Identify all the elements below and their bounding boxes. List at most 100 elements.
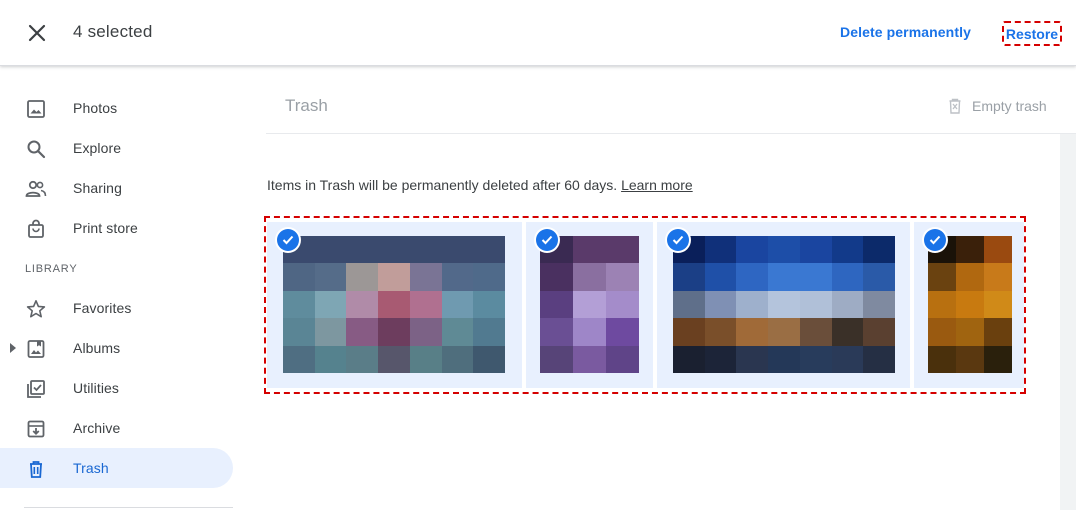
thumbnail-cell bbox=[768, 318, 800, 346]
empty-trash-icon bbox=[949, 98, 961, 114]
thumbnail-cell bbox=[928, 290, 956, 319]
thumbnail-cell bbox=[573, 290, 606, 319]
photo-thumbnail bbox=[928, 236, 1012, 373]
thumbnail-cell bbox=[956, 263, 984, 291]
photo-thumbnail bbox=[540, 236, 639, 373]
thumbnail-cell bbox=[540, 318, 573, 346]
thumbnail-cell bbox=[863, 263, 895, 291]
photo-tile[interactable] bbox=[267, 222, 522, 388]
header-divider bbox=[266, 133, 1076, 134]
thumbnail-cell bbox=[573, 345, 606, 373]
thumbnail-cell bbox=[704, 290, 737, 319]
thumbnail-cell bbox=[441, 318, 474, 346]
thumbnail-cell bbox=[606, 263, 639, 291]
archive-icon bbox=[25, 418, 47, 440]
sidebar-item-label: Utilities bbox=[73, 380, 120, 396]
close-selection-button[interactable] bbox=[22, 18, 52, 48]
thumbnail-cell bbox=[606, 236, 639, 264]
thumbnail-cell bbox=[863, 290, 895, 319]
thumbnail-cell bbox=[928, 345, 956, 373]
thumbnail-cell bbox=[473, 345, 505, 373]
delete-permanently-button[interactable]: Delete permanently bbox=[840, 24, 971, 40]
photo-tile[interactable] bbox=[914, 222, 1024, 388]
thumbnail-cell bbox=[984, 345, 1012, 373]
sidebar: Photos Explore Sharing Print store LIBRA… bbox=[0, 66, 250, 510]
album-icon bbox=[25, 338, 47, 360]
close-icon bbox=[28, 24, 46, 42]
thumbnail-cell bbox=[984, 236, 1012, 264]
thumbnail-cell bbox=[378, 345, 410, 373]
thumbnail-cell bbox=[768, 345, 800, 373]
thumbnail-cell bbox=[573, 263, 606, 291]
thumbnail-cell bbox=[673, 345, 705, 373]
thumbnail-cell bbox=[799, 345, 832, 373]
thumbnail-cell bbox=[283, 290, 315, 319]
sidebar-item-favorites[interactable]: Favorites bbox=[0, 288, 233, 328]
thumbnail-cell bbox=[378, 236, 410, 264]
thumbnail-cell bbox=[956, 345, 984, 373]
learn-more-link[interactable]: Learn more bbox=[621, 177, 693, 193]
thumbnail-cell bbox=[473, 318, 505, 346]
sidebar-item-explore[interactable]: Explore bbox=[0, 128, 233, 168]
trash-notice-text: Items in Trash will be permanently delet… bbox=[267, 177, 618, 193]
thumbnail-cell bbox=[409, 236, 442, 264]
thumbnail-cell bbox=[768, 236, 800, 264]
sidebar-item-label: Archive bbox=[73, 420, 121, 436]
sidebar-item-print-store[interactable]: Print store bbox=[0, 208, 233, 248]
empty-trash-label: Empty trash bbox=[972, 98, 1047, 114]
thumbnail-cell bbox=[473, 263, 505, 291]
thumbnail-cell bbox=[863, 318, 895, 346]
sidebar-item-photos[interactable]: Photos bbox=[0, 88, 233, 128]
selected-check-icon[interactable] bbox=[277, 229, 299, 251]
photo-tile[interactable] bbox=[526, 222, 653, 388]
thumbnail-cell bbox=[736, 263, 769, 291]
sidebar-item-label: Sharing bbox=[73, 180, 122, 196]
scrollbar[interactable] bbox=[1060, 134, 1076, 510]
thumbnail-cell bbox=[799, 236, 832, 264]
sidebar-item-label: Print store bbox=[73, 220, 138, 236]
thumbnail-cell bbox=[984, 318, 1012, 346]
empty-trash-button[interactable]: Empty trash bbox=[948, 96, 1047, 116]
thumbnail-cell bbox=[441, 345, 474, 373]
thumbnail-cell bbox=[473, 236, 505, 264]
thumbnail-cell bbox=[314, 318, 347, 346]
thumbnail-cell bbox=[314, 263, 347, 291]
thumbnail-cell bbox=[956, 318, 984, 346]
thumbnail-cell bbox=[799, 318, 832, 346]
sidebar-item-sharing[interactable]: Sharing bbox=[0, 168, 233, 208]
sidebar-item-trash[interactable]: Trash bbox=[0, 448, 233, 488]
page-title: Trash bbox=[285, 96, 328, 115]
sidebar-divider bbox=[24, 507, 233, 508]
thumbnail-cell bbox=[984, 290, 1012, 319]
thumbnail-cell bbox=[704, 236, 737, 264]
photo-tile[interactable] bbox=[657, 222, 910, 388]
thumbnail-cell bbox=[573, 236, 606, 264]
thumbnail-cell bbox=[768, 290, 800, 319]
thumbnail-cell bbox=[378, 318, 410, 346]
thumbnail-cell bbox=[736, 290, 769, 319]
sidebar-item-utilities[interactable]: Utilities bbox=[0, 368, 233, 408]
thumbnail-cell bbox=[831, 345, 864, 373]
thumbnail-cell bbox=[831, 318, 864, 346]
thumbnail-cell bbox=[441, 290, 474, 319]
selected-check-icon[interactable] bbox=[924, 229, 946, 251]
thumbnail-cell bbox=[799, 263, 832, 291]
thumbnail-cell bbox=[409, 318, 442, 346]
selected-check-icon[interactable] bbox=[667, 229, 689, 251]
photo-thumbnail bbox=[673, 236, 895, 373]
thumbnail-cell bbox=[378, 263, 410, 291]
selected-check-icon[interactable] bbox=[536, 229, 558, 251]
thumbnail-cell bbox=[314, 236, 347, 264]
sidebar-item-label: Trash bbox=[73, 460, 109, 476]
sidebar-item-albums[interactable]: Albums bbox=[0, 328, 233, 368]
restore-button[interactable]: Restore bbox=[1002, 21, 1062, 46]
thumbnail-cell bbox=[346, 236, 379, 264]
sidebar-item-archive[interactable]: Archive bbox=[0, 408, 233, 448]
restore-button-label: Restore bbox=[1005, 25, 1059, 42]
thumbnail-cell bbox=[673, 318, 705, 346]
thumbnail-cell bbox=[673, 263, 705, 291]
photo-thumbnail bbox=[283, 236, 505, 373]
sidebar-item-label: Albums bbox=[73, 340, 121, 356]
thumbnail-cell bbox=[863, 345, 895, 373]
selection-toolbar: 4 selected Delete permanently Restore bbox=[0, 0, 1076, 66]
